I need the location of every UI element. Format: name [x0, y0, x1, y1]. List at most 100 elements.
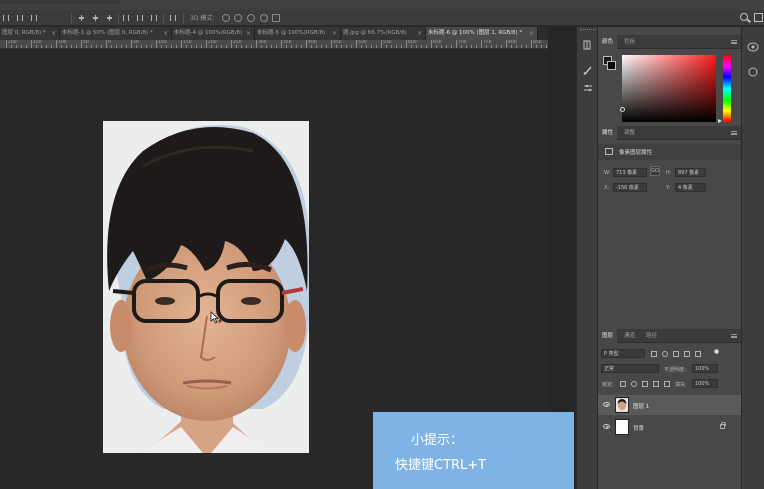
layer-row[interactable]: 背景 — [598, 417, 741, 437]
ruler-minor-tick — [426, 45, 427, 48]
filter-shape-icon[interactable] — [684, 351, 690, 357]
align-middle-icon[interactable] — [92, 14, 99, 22]
lock-transparent-icon[interactable] — [620, 381, 626, 387]
tab-doc-6[interactable]: 未标题-6 @ 100% (图层 1, RGB/8) * × — [426, 27, 538, 40]
lock-position-icon[interactable] — [642, 381, 648, 387]
tab-layers[interactable]: 图层 — [598, 329, 618, 343]
tab-paths[interactable]: 路径 — [642, 329, 661, 343]
filter-smart-icon[interactable] — [695, 351, 701, 357]
ruler-minor-tick — [341, 45, 342, 48]
height-field[interactable]: 897 像素 — [675, 168, 706, 177]
color-panel-header: 颜色 色板 — [598, 35, 741, 49]
ruler-minor-tick — [336, 45, 337, 48]
panel-menu-icon[interactable] — [731, 40, 737, 44]
close-icon[interactable]: × — [246, 27, 251, 40]
lock-artboard-icon[interactable] — [653, 381, 659, 387]
link-icon[interactable]: GO — [650, 166, 660, 176]
panel-menu-icon[interactable] — [731, 334, 737, 338]
close-icon[interactable]: × — [51, 27, 56, 40]
search-icon[interactable] — [740, 13, 748, 21]
close-icon[interactable]: × — [417, 27, 422, 40]
3d-scale-icon[interactable] — [272, 14, 280, 22]
hue-slider-handle[interactable] — [718, 119, 722, 123]
color-field[interactable] — [622, 55, 716, 122]
ruler-minor-tick — [141, 45, 142, 48]
ruler-minor-tick — [26, 45, 27, 48]
visibility-eye-icon[interactable] — [603, 424, 610, 429]
tab-swatches[interactable]: 色板 — [620, 35, 639, 49]
tab-adjustments[interactable]: 调整 — [620, 126, 639, 140]
layer-row[interactable]: 图层 1 — [598, 395, 741, 415]
fill-field[interactable]: 100% — [692, 379, 718, 388]
3d-pan-icon[interactable] — [247, 14, 255, 22]
align-center-icon[interactable] — [17, 15, 23, 21]
tip-card: 小提示： 快捷键CTRL+T — [373, 412, 574, 489]
ruler-minor-tick — [261, 45, 262, 48]
ruler-minor-tick — [96, 45, 97, 48]
learn-icon[interactable] — [747, 67, 759, 77]
background-color[interactable] — [607, 61, 616, 70]
tab-doc-2[interactable]: 未标题-3 @ 50% (图层 0, RGB/8) * × — [60, 27, 172, 40]
distribute-right-icon[interactable] — [151, 15, 157, 21]
panel-menu-icon[interactable] — [731, 131, 737, 135]
3d-slide-icon[interactable] — [260, 14, 268, 22]
ruler-tick — [431, 40, 432, 48]
close-icon[interactable]: × — [529, 27, 534, 40]
ruler-tick — [406, 40, 407, 48]
align-left-icon[interactable] — [3, 15, 9, 21]
hue-slider[interactable] — [723, 55, 731, 122]
tab-doc-4[interactable]: 未标题-5 @ 100%(RGB/8) × — [255, 27, 341, 40]
panel-grip[interactable] — [580, 29, 596, 31]
align-right-icon[interactable] — [31, 15, 37, 21]
ruler-minor-tick — [271, 45, 272, 48]
ruler-minor-tick — [146, 45, 147, 48]
ruler-minor-tick — [401, 45, 402, 48]
x-field[interactable]: -156 像素 — [613, 183, 647, 192]
layer-filter-select[interactable]: P 类型 — [601, 349, 645, 358]
canvas-area[interactable]: 小提示： 快捷键CTRL+T — [0, 50, 574, 489]
3d-roll-icon[interactable] — [234, 14, 242, 22]
filter-adjust-icon[interactable] — [662, 351, 668, 357]
align-top-icon[interactable] — [78, 14, 85, 22]
3d-rotate-icon[interactable] — [222, 14, 230, 22]
ruler-minor-tick — [291, 45, 292, 48]
libraries-icon[interactable] — [747, 42, 759, 52]
workspace-icon[interactable] — [754, 13, 763, 22]
history-icon[interactable] — [583, 40, 593, 50]
tab-channels[interactable]: 通道 — [620, 329, 639, 343]
ruler-minor-tick — [346, 45, 347, 48]
ruler-minor-tick — [36, 45, 37, 48]
filter-toggle-icon[interactable] — [714, 349, 719, 354]
lock-all-icon[interactable] — [664, 381, 670, 387]
y-field[interactable]: 4 像素 — [675, 183, 706, 192]
filter-pixel-icon[interactable] — [651, 351, 657, 357]
close-icon[interactable]: × — [332, 27, 337, 40]
ruler-tick — [106, 40, 107, 48]
width-field[interactable]: 713 像素 — [613, 168, 647, 177]
ruler-minor-tick — [321, 45, 322, 48]
tab-doc-1[interactable]: 图层 0, RGB/8) * × — [0, 27, 60, 40]
auto-align-icon[interactable] — [170, 15, 176, 21]
distribute-left-icon[interactable] — [123, 15, 129, 21]
adjust-icon[interactable] — [583, 83, 593, 93]
tab-doc-5[interactable]: 题.jpg @ 66.7%(RGB/8) × — [341, 27, 426, 40]
tab-properties[interactable]: 属性 — [598, 126, 618, 140]
filter-type-icon[interactable] — [673, 351, 679, 357]
blend-mode-select[interactable]: 正常 — [601, 364, 659, 373]
visibility-eye-icon[interactable] — [603, 402, 610, 407]
align-bottom-icon[interactable] — [106, 14, 113, 22]
lock-pixels-icon[interactable] — [631, 381, 637, 387]
close-icon[interactable]: × — [163, 27, 168, 40]
3d-mode-label: 3D 模式: — [190, 15, 215, 22]
document-image[interactable] — [103, 121, 309, 453]
tab-doc-3[interactable]: 未标题-4 @ 100%(RGB/8) × — [172, 27, 255, 40]
horizontal-ruler[interactable]: 200 150 100 50 0 50 100 150 200 250 300 350 400 450 50… — [0, 40, 548, 49]
color-picker-ring[interactable] — [620, 107, 625, 112]
ruler-tick — [506, 40, 507, 48]
distribute-center-icon[interactable] — [137, 15, 143, 21]
tab-color[interactable]: 颜色 — [598, 35, 618, 49]
tab-label: 未标题-3 @ 50% (图层 0, RGB/8) * — [62, 30, 153, 36]
brush-icon[interactable] — [583, 65, 593, 75]
opacity-field[interactable]: 100% — [692, 364, 718, 373]
menu-bar — [0, 0, 764, 10]
